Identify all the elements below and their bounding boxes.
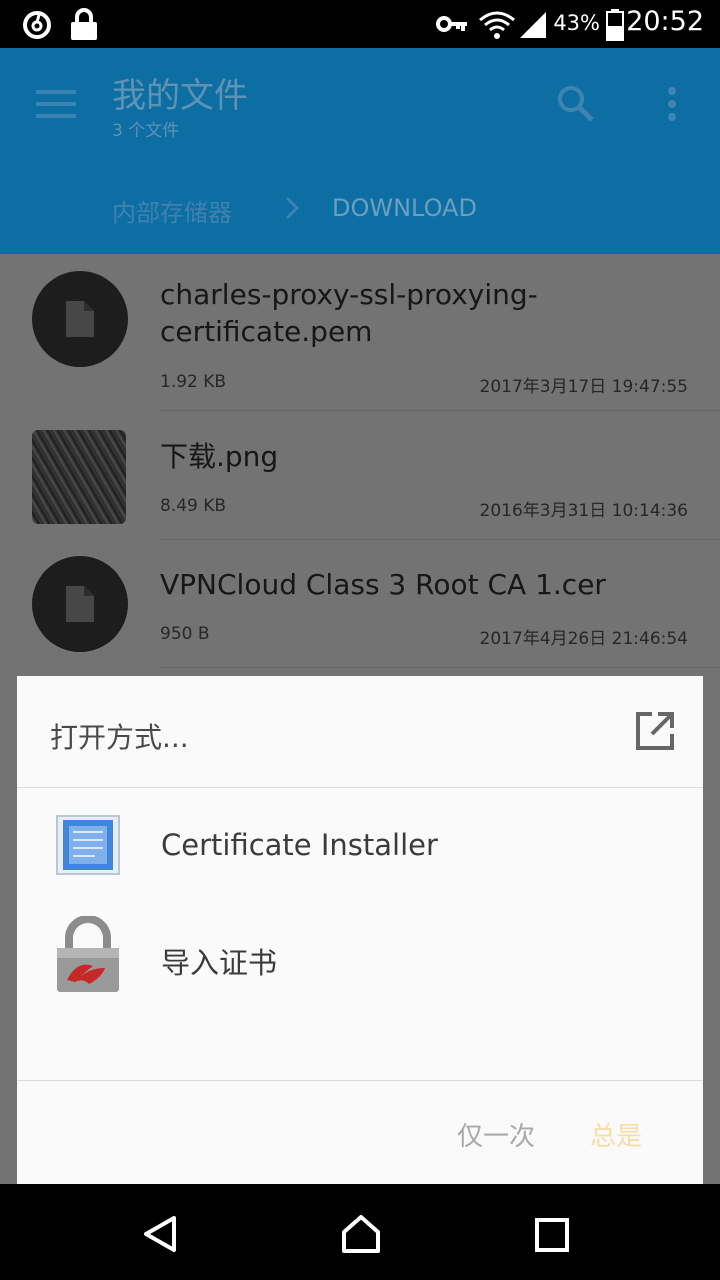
app-bar: 我的文件 3 个文件 内部存储器 DOWNLOAD [0,48,720,254]
cell-signal-icon [520,12,546,38]
status-bar: 43% 20:52 [0,0,720,48]
divider [17,1080,703,1081]
clock: 20:52 [626,6,704,37]
divider [17,787,703,788]
lock-icon [71,8,97,40]
breadcrumb-internal-storage[interactable]: 内部存储器 [112,193,232,228]
app-label: Certificate Installer [161,828,438,862]
open-with-dialog: 打开方式... Certificate Installer 导入证书 仅一次 总… [17,676,703,1184]
page-title: 我的文件 [112,76,248,116]
chevron-right-icon [285,196,300,220]
app-option-import-certificate[interactable]: 导入证书 [17,902,703,1012]
home-icon[interactable] [340,1214,382,1254]
app-option-certificate-installer[interactable]: Certificate Installer [17,790,703,900]
battery-icon [606,9,624,41]
always-button[interactable]: 总是 [590,1116,642,1153]
battery-percent: 43% [553,11,600,35]
more-options-icon[interactable] [664,86,680,122]
open-external-icon[interactable] [636,712,674,750]
navigation-bar [0,1184,720,1280]
search-icon[interactable] [556,84,596,124]
lock-import-icon [57,916,119,992]
vpn-key-icon [436,16,467,32]
app-label: 导入证书 [161,946,278,980]
breadcrumb-download[interactable]: DOWNLOAD [332,194,477,222]
dialog-title: 打开方式... [50,721,189,754]
wifi-icon [479,11,515,39]
back-icon[interactable] [140,1214,180,1254]
recents-icon[interactable] [534,1217,570,1253]
just-once-button[interactable]: 仅一次 [457,1116,535,1153]
certificate-installer-icon [56,815,120,875]
menu-icon[interactable] [36,90,76,118]
file-count: 3 个文件 [112,121,180,141]
music-app-notification-icon [23,11,51,39]
